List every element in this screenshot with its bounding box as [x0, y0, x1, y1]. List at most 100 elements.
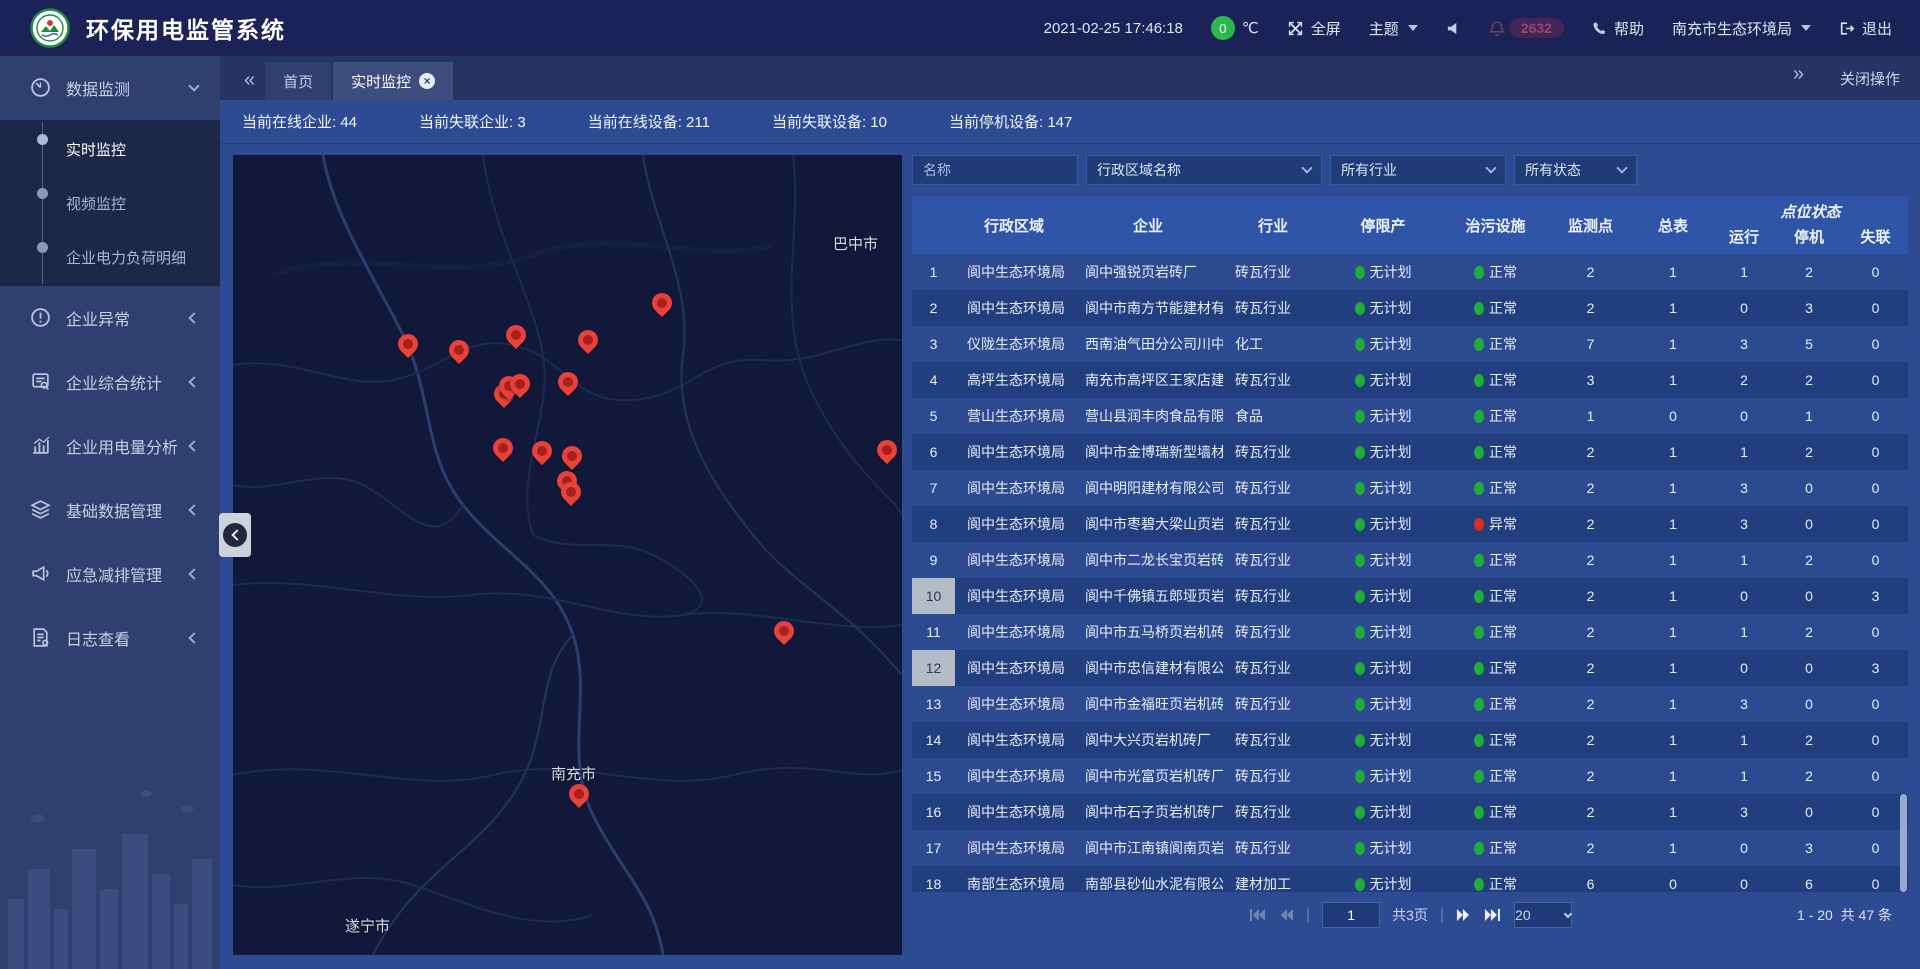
cell-halt: 5 — [1775, 326, 1843, 362]
prev-page-button[interactable] — [1278, 908, 1294, 922]
map-city-label: 遂宁市 — [345, 915, 390, 936]
cell-monitor: 7 — [1548, 326, 1633, 362]
table-row-9[interactable]: 9阆中生态环境局阆中市二龙长宝页岩砖砖瓦行业无计划正常21120 — [912, 542, 1908, 578]
help-button[interactable]: 帮助 — [1592, 18, 1644, 39]
fullscreen-button[interactable]: 全屏 — [1287, 18, 1341, 39]
status-filter-select[interactable]: 所有状态 — [1514, 155, 1637, 185]
cell-halt: 0 — [1775, 686, 1843, 722]
cell-run: 0 — [1713, 290, 1775, 326]
cell-industry: 砖瓦行业 — [1223, 686, 1323, 722]
map-collapse-handle[interactable] — [219, 513, 251, 557]
cell-company: 阆中大兴页岩机砖厂 — [1073, 722, 1223, 758]
first-page-button[interactable] — [1248, 908, 1266, 922]
col-group-point-status: 点位状态 — [1713, 196, 1908, 222]
cell-company: 阆中市南方节能建材有 — [1073, 290, 1223, 326]
sidebar-item-1[interactable]: 企业异常 — [0, 286, 220, 350]
cell-meter: 1 — [1633, 506, 1713, 542]
sidebar-item-5[interactable]: 应急减排管理 — [0, 542, 220, 606]
region-filter-select[interactable]: 行政区域名称 — [1086, 155, 1322, 185]
table-row-3[interactable]: 3仪陇生态环境局西南油气田分公司川中化工无计划正常71350 — [912, 326, 1908, 362]
last-page-button[interactable] — [1484, 908, 1502, 922]
tabs-scroll-left-icon[interactable]: « — [234, 69, 265, 100]
sidebar-subitem-0-1[interactable]: 视频监控 — [0, 176, 220, 230]
sidebar-item-0[interactable]: 数据监测 — [0, 56, 220, 120]
logout-button[interactable]: 退出 — [1839, 18, 1892, 39]
cell-monitor: 2 — [1548, 614, 1633, 650]
sidebar-subitem-0-0[interactable]: 实时监控 — [0, 122, 220, 176]
industry-filter-select[interactable]: 所有行业 — [1330, 155, 1506, 185]
cell-monitor: 2 — [1548, 254, 1633, 290]
table-row-5[interactable]: 5营山生态环境局营山县润丰肉食品有限食品无计划正常10010 — [912, 398, 1908, 434]
cell-rownum: 6 — [912, 434, 955, 470]
cell-run: 2 — [1713, 362, 1775, 398]
cell-industry: 砖瓦行业 — [1223, 254, 1323, 290]
cell-halt: 1 — [1775, 398, 1843, 434]
cell-meter: 0 — [1633, 398, 1713, 434]
table-row-8[interactable]: 8阆中生态环境局阆中市枣碧大梁山页岩砖瓦行业无计划异常21300 — [912, 506, 1908, 542]
page-number-input[interactable] — [1322, 902, 1380, 928]
tab-close-icon[interactable]: × — [419, 73, 435, 89]
cell-monitor: 2 — [1548, 578, 1633, 614]
cell-rownum: 17 — [912, 830, 955, 866]
log-file-icon — [30, 627, 52, 649]
cell-meter: 0 — [1633, 866, 1713, 892]
table-row-10[interactable]: 10阆中生态环境局阆中千佛镇五郎垭页岩砖瓦行业无计划正常21003 — [912, 578, 1908, 614]
theme-dropdown[interactable]: 主题 — [1369, 18, 1418, 39]
sidebar-item-6[interactable]: 日志查看 — [0, 606, 220, 670]
status-dot-green — [1474, 842, 1484, 855]
tabs-scroll-right-icon[interactable]: » — [1783, 63, 1814, 94]
cell-rownum: 1 — [912, 254, 955, 290]
cell-industry: 砖瓦行业 — [1223, 506, 1323, 542]
table-row-17[interactable]: 17阆中生态环境局阆中市江南镇阆南页岩砖瓦行业无计划正常21030 — [912, 830, 1908, 866]
table-row-11[interactable]: 11阆中生态环境局阆中市五马桥页岩机砖砖瓦行业无计划正常21120 — [912, 614, 1908, 650]
stat-item-1: 当前失联企业: 3 — [419, 111, 526, 132]
sidebar-item-2[interactable]: 企业综合统计 — [0, 350, 220, 414]
cell-monitor: 2 — [1548, 686, 1633, 722]
status-dot-green — [1474, 374, 1484, 387]
cell-monitor: 2 — [1548, 830, 1633, 866]
table-row-15[interactable]: 15阆中生态环境局阆中市光富页岩机砖厂砖瓦行业无计划正常21120 — [912, 758, 1908, 794]
organization-dropdown[interactable]: 南充市生态环境局 — [1672, 18, 1811, 39]
table-body: 1阆中生态环境局阆中强锐页岩砖厂砖瓦行业无计划正常211202阆中生态环境局阆中… — [912, 254, 1908, 892]
cell-monitor: 1 — [1548, 398, 1633, 434]
table-row-16[interactable]: 16阆中生态环境局阆中市石子页岩机砖厂砖瓦行业无计划正常21300 — [912, 794, 1908, 830]
cell-company: 阆中市江南镇阆南页岩 — [1073, 830, 1223, 866]
cell-lost: 0 — [1843, 794, 1908, 830]
app-header: 环保用电监管系统 2021-02-25 17:46:18 0 ℃ 全屏 主题 — [0, 0, 1920, 56]
sidebar-item-4[interactable]: 基础数据管理 — [0, 478, 220, 542]
table-row-2[interactable]: 2阆中生态环境局阆中市南方节能建材有砖瓦行业无计划正常21030 — [912, 290, 1908, 326]
cell-lost: 0 — [1843, 506, 1908, 542]
page-size-select[interactable]: 20 — [1514, 902, 1572, 928]
table-row-4[interactable]: 4高坪生态环境局南充市高坪区王家店建砖瓦行业无计划正常31220 — [912, 362, 1908, 398]
table-row-14[interactable]: 14阆中生态环境局阆中大兴页岩机砖厂砖瓦行业无计划正常21120 — [912, 722, 1908, 758]
table-row-12[interactable]: 12阆中生态环境局阆中市忠信建材有限公砖瓦行业无计划正常21003 — [912, 650, 1908, 686]
notifications[interactable]: 2632 — [1489, 18, 1564, 38]
cell-halt: 0 — [1775, 506, 1843, 542]
sidebar-subitem-0-2[interactable]: 企业电力负荷明细 — [0, 230, 220, 284]
table-row-18[interactable]: 18南部生态环境局南部县砂仙水泥有限公建材加工无计划正常60060 — [912, 866, 1908, 892]
cell-halt: 6 — [1775, 866, 1843, 892]
table-row-1[interactable]: 1阆中生态环境局阆中强锐页岩砖厂砖瓦行业无计划正常21120 — [912, 254, 1908, 290]
map-city-label: 南充市 — [551, 763, 596, 784]
table-scrollbar[interactable] — [1900, 794, 1907, 892]
table-row-13[interactable]: 13阆中生态环境局阆中市金福旺页岩机砖砖瓦行业无计划正常21300 — [912, 686, 1908, 722]
close-operations-button[interactable]: 关闭操作 — [1840, 68, 1900, 89]
mute-button[interactable] — [1446, 21, 1461, 36]
cell-run: 3 — [1713, 470, 1775, 506]
status-dot-green — [1355, 302, 1365, 315]
map-panel[interactable]: 巴中市南充市遂宁市 — [233, 155, 902, 955]
cell-meter: 1 — [1633, 758, 1713, 794]
cell-facility: 正常 — [1443, 614, 1548, 650]
table-row-7[interactable]: 7阆中生态环境局阆中明阳建材有限公司砖瓦行业无计划正常21300 — [912, 470, 1908, 506]
sidebar-item-3[interactable]: 企业用电量分析 — [0, 414, 220, 478]
name-filter-input[interactable] — [912, 155, 1078, 185]
cell-facility: 正常 — [1443, 470, 1548, 506]
tab-home[interactable]: 首页 — [265, 62, 331, 100]
cell-run: 0 — [1713, 398, 1775, 434]
cell-company: 南充市高坪区王家店建 — [1073, 362, 1223, 398]
cell-monitor: 2 — [1548, 470, 1633, 506]
next-page-button[interactable] — [1456, 908, 1472, 922]
table-row-6[interactable]: 6阆中生态环境局阆中市金博瑞新型墙材砖瓦行业无计划正常21120 — [912, 434, 1908, 470]
datetime: 2021-02-25 17:46:18 — [1044, 20, 1183, 37]
tab-realtime-monitor[interactable]: 实时监控 × — [333, 62, 453, 100]
